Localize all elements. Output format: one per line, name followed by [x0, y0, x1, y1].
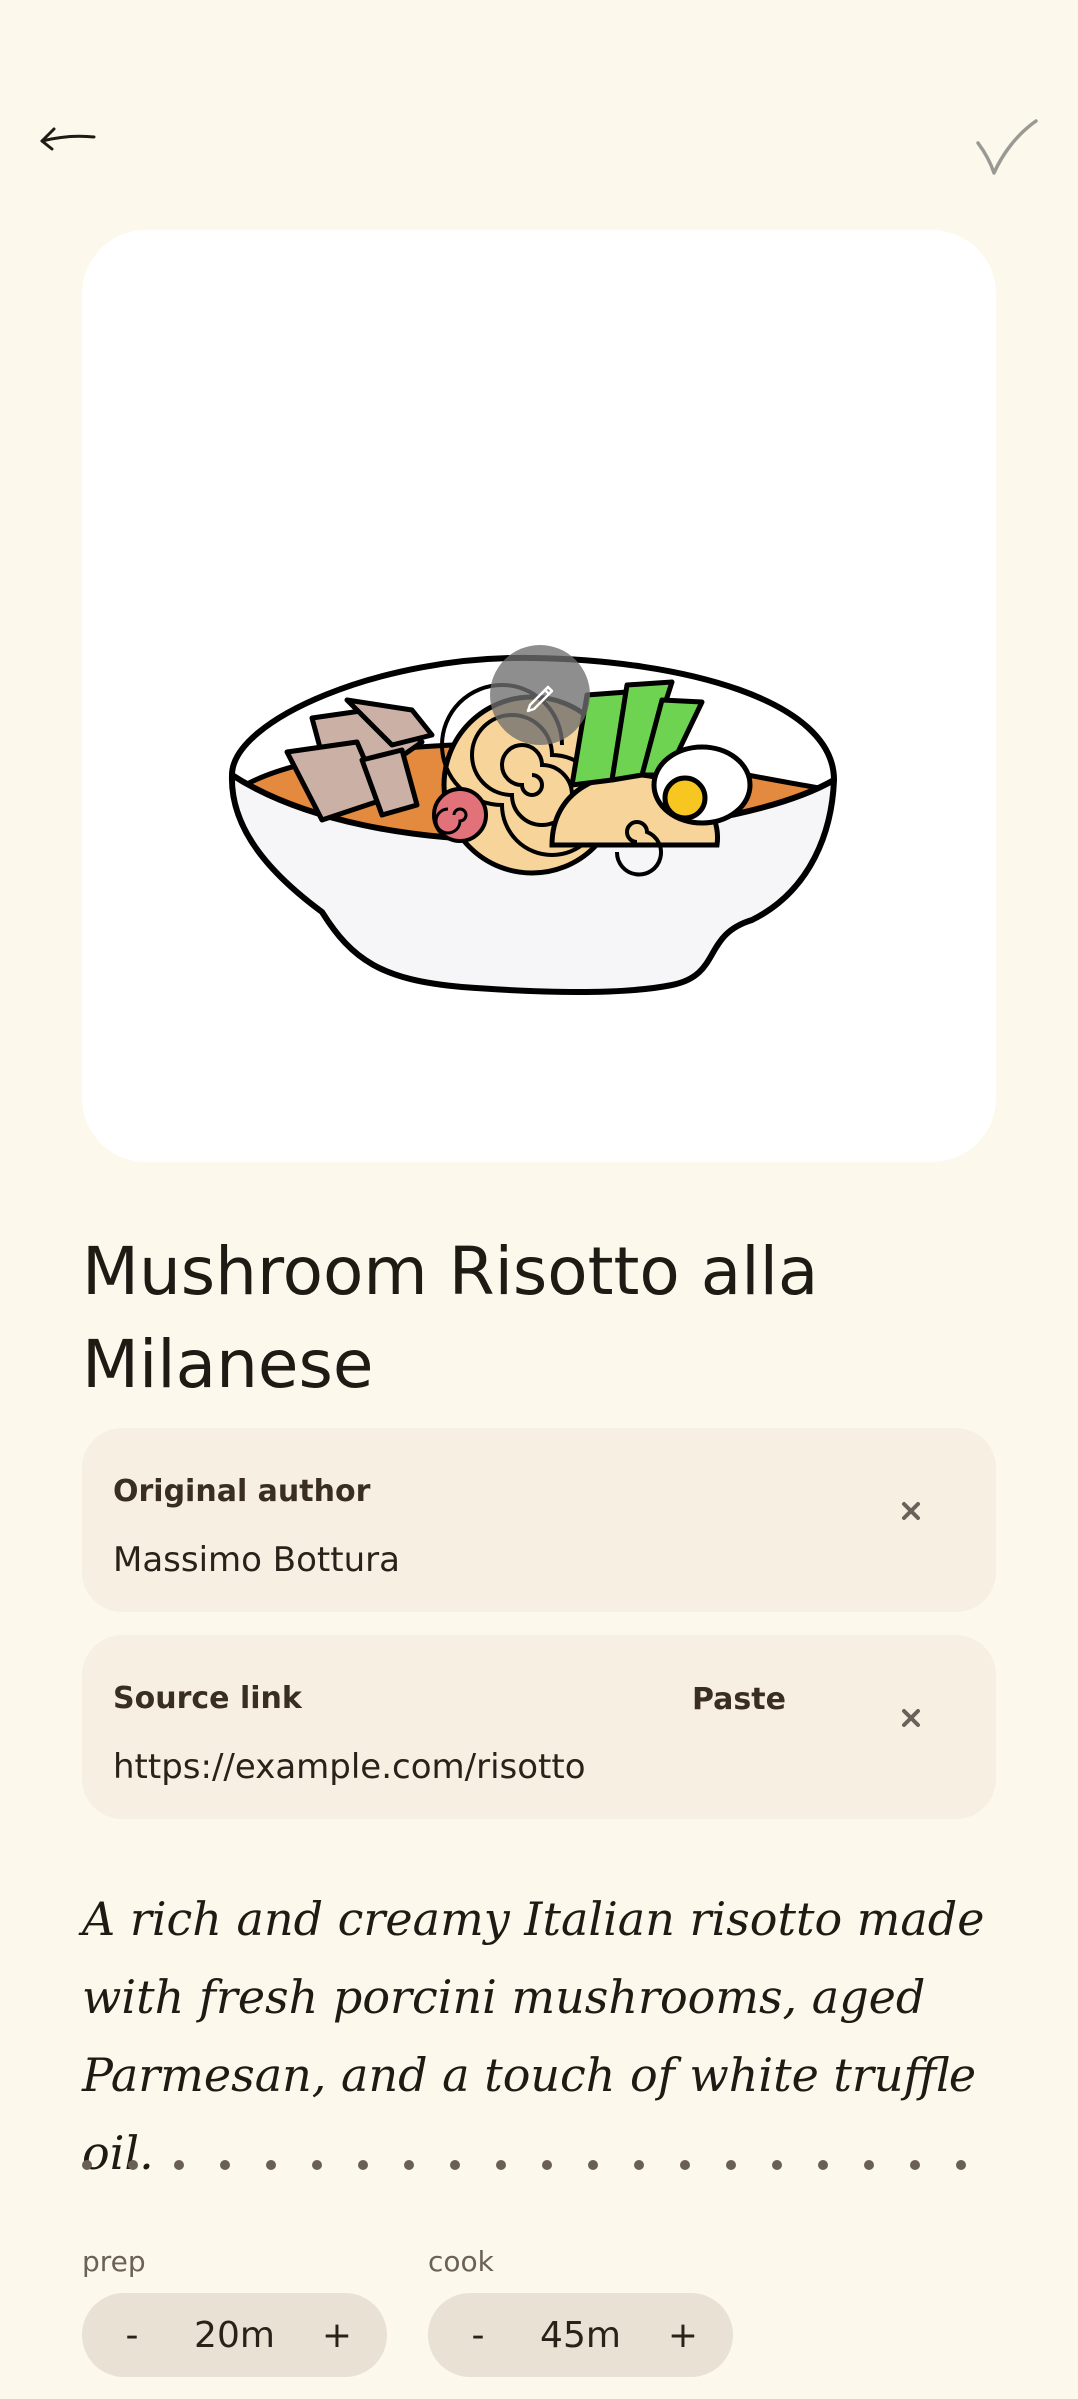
- prep-stepper: - 20m +: [82, 2293, 387, 2377]
- author-field-value[interactable]: Massimo Bottura: [113, 1540, 400, 1580]
- cook-stepper: - 45m +: [428, 2293, 733, 2377]
- edit-photo-button[interactable]: [490, 645, 590, 745]
- save-button[interactable]: [972, 115, 1042, 185]
- prep-time-value: 20m: [194, 2314, 275, 2356]
- back-button[interactable]: [36, 115, 106, 165]
- cook-time-value: 45m: [540, 2314, 621, 2356]
- author-clear-button[interactable]: [896, 1496, 926, 1526]
- close-icon: [902, 1502, 920, 1520]
- cook-decrement-button[interactable]: -: [458, 2315, 498, 2356]
- check-icon: [976, 119, 1038, 175]
- prep-label: prep: [82, 2245, 146, 2278]
- author-field[interactable]: Original author Massimo Bottura: [82, 1428, 996, 1612]
- author-field-label: Original author: [113, 1474, 371, 1509]
- cook-label: cook: [428, 2245, 494, 2278]
- source-link-field[interactable]: Source link Paste https://example.com/ri…: [82, 1635, 996, 1819]
- source-clear-button[interactable]: [896, 1703, 926, 1733]
- recipe-photo-card[interactable]: [82, 230, 996, 1162]
- source-field-label: Source link: [113, 1681, 302, 1716]
- cook-increment-button[interactable]: +: [663, 2315, 703, 2356]
- pencil-icon: [526, 685, 554, 713]
- paste-button[interactable]: Paste: [692, 1682, 786, 1717]
- dotted-divider: [82, 2160, 966, 2170]
- prep-increment-button[interactable]: +: [317, 2315, 357, 2356]
- close-icon: [902, 1709, 920, 1727]
- recipe-description[interactable]: A rich and creamy Italian risotto made w…: [82, 1880, 1012, 2192]
- arrow-left-icon: [40, 127, 96, 151]
- source-field-value[interactable]: https://example.com/risotto: [113, 1747, 586, 1787]
- recipe-title[interactable]: Mushroom Risotto alla Milanese: [82, 1225, 996, 1411]
- recipe-edit-screen: Mushroom Risotto alla Milanese Original …: [0, 0, 1078, 2399]
- prep-decrement-button[interactable]: -: [112, 2315, 152, 2356]
